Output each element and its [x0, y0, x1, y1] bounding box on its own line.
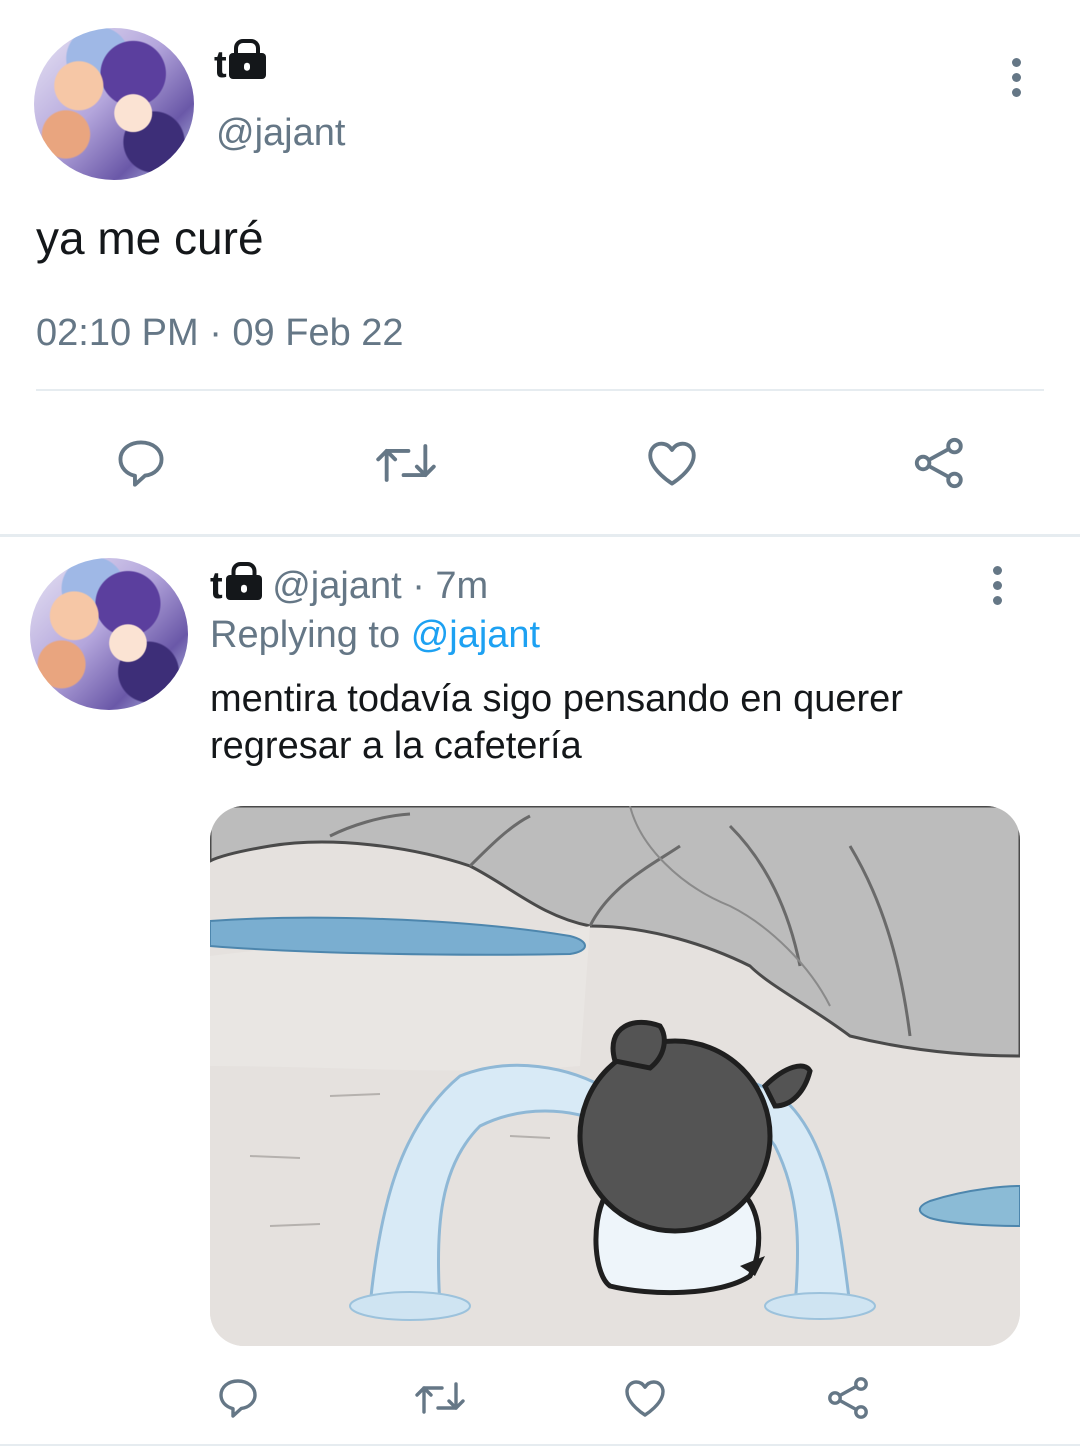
handle[interactable]: @jajant — [272, 565, 401, 607]
divider — [36, 389, 1044, 391]
reply-header: t @jajant · 7m — [210, 563, 488, 609]
retweet-icon — [376, 444, 436, 482]
cartoon-illustration — [210, 806, 1020, 1346]
avatar[interactable] — [34, 28, 194, 180]
replying-to: Replying to @jajant — [210, 612, 540, 658]
reply-button[interactable] — [112, 434, 170, 492]
more-vertical-icon[interactable] — [993, 566, 1005, 611]
share-icon — [828, 1377, 868, 1419]
replying-to-label: Replying to — [210, 614, 401, 656]
reply-icon — [219, 1379, 257, 1418]
tweet-text: ya me curé — [36, 212, 264, 264]
lock-icon — [228, 53, 266, 79]
lock-icon — [225, 575, 262, 600]
replying-to-link[interactable]: @jajant — [411, 614, 540, 656]
retweet-button[interactable] — [372, 434, 440, 492]
handle[interactable]: @jajant — [216, 110, 345, 156]
share-button[interactable] — [824, 1374, 874, 1422]
reply-icon — [118, 440, 164, 487]
display-name[interactable]: t — [214, 44, 227, 86]
reply-text-line-1: mentira todavía sigo pensando en querer — [210, 678, 903, 720]
heart-icon — [625, 1380, 665, 1417]
reply-text-line-2: regresar a la cafetería — [210, 725, 582, 767]
retweet-button[interactable] — [412, 1374, 468, 1422]
separator: · — [412, 565, 425, 607]
time-ago[interactable]: 7m — [435, 565, 488, 607]
heart-icon — [648, 441, 696, 486]
like-button[interactable] — [642, 434, 702, 492]
retweet-icon — [415, 1382, 465, 1414]
tweet-separator — [0, 534, 1080, 537]
reply-text: mentira todavía sigo pensando en querer … — [210, 676, 903, 770]
timestamp: 02:10 PM · 09 Feb 22 — [36, 312, 404, 354]
avatar[interactable] — [30, 558, 188, 710]
reply-button[interactable] — [214, 1374, 262, 1422]
share-icon — [914, 437, 963, 489]
display-name[interactable]: t — [210, 565, 223, 607]
media-image[interactable] — [210, 806, 1020, 1346]
more-vertical-icon[interactable] — [1012, 58, 1024, 103]
share-button[interactable] — [910, 434, 970, 492]
bottom-divider — [0, 1444, 1080, 1446]
like-button[interactable] — [620, 1374, 670, 1422]
